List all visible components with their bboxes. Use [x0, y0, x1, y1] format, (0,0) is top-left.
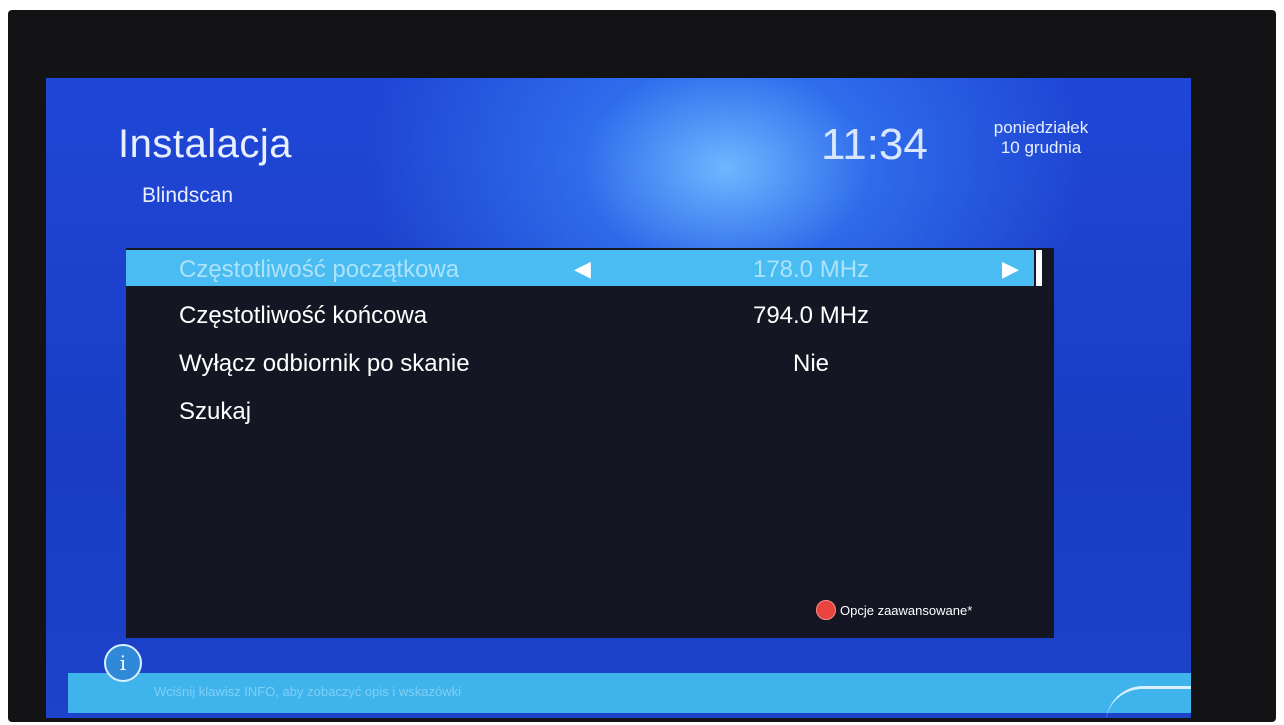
menu-item-label: Szukaj: [179, 398, 252, 425]
clock: 11:34: [821, 120, 928, 169]
info-icon: i: [104, 644, 142, 682]
menu-item-label: Częstotliwość końcowa: [179, 302, 428, 329]
date: 10 grudnia: [1000, 138, 1082, 157]
menu-item-value: 794.0 MHz: [752, 302, 870, 329]
arrow-right-icon[interactable]: ▶: [1002, 256, 1019, 282]
tv-screen: Instalacja Blindscan 11:34 poniedziałek …: [46, 78, 1191, 718]
page-title: Instalacja: [118, 122, 292, 166]
menu-item-value: 178.0 MHz: [752, 256, 870, 283]
menu-item-start-frequency[interactable]: Częstotliwość początkowa ◀ 178.0 MHz ▶: [126, 250, 1042, 286]
advanced-options-label: Opcje zaawansowane*: [840, 602, 973, 618]
red-button-icon: [816, 600, 836, 620]
page-subtitle: Blindscan: [142, 184, 234, 207]
arrow-left-icon[interactable]: ◀: [574, 256, 591, 282]
menu-item-end-frequency[interactable]: Częstotliwość końcowa 794.0 MHz: [126, 296, 1034, 334]
menu-item-value: Nie: [792, 350, 829, 377]
date-display: poniedziałek 10 grudnia: [966, 118, 1116, 158]
weekday: poniedziałek: [993, 118, 1089, 137]
menu-item-power-off[interactable]: Wyłącz odbiornik po skanie Nie: [126, 344, 1034, 382]
advanced-options-hint[interactable]: Opcje zaawansowane*: [816, 600, 972, 620]
tv-bezel: Instalacja Blindscan 11:34 poniedziałek …: [8, 10, 1276, 722]
menu-item-search[interactable]: Szukaj: [126, 392, 1034, 430]
menu-item-label: Wyłącz odbiornik po skanie: [179, 350, 470, 377]
settings-panel: Częstotliwość początkowa ◀ 178.0 MHz ▶ C…: [126, 248, 1054, 638]
info-hint-text: Wciśnij klawisz INFO, aby zobaczyć opis …: [154, 684, 462, 699]
menu-item-label: Częstotliwość początkowa: [179, 256, 460, 283]
